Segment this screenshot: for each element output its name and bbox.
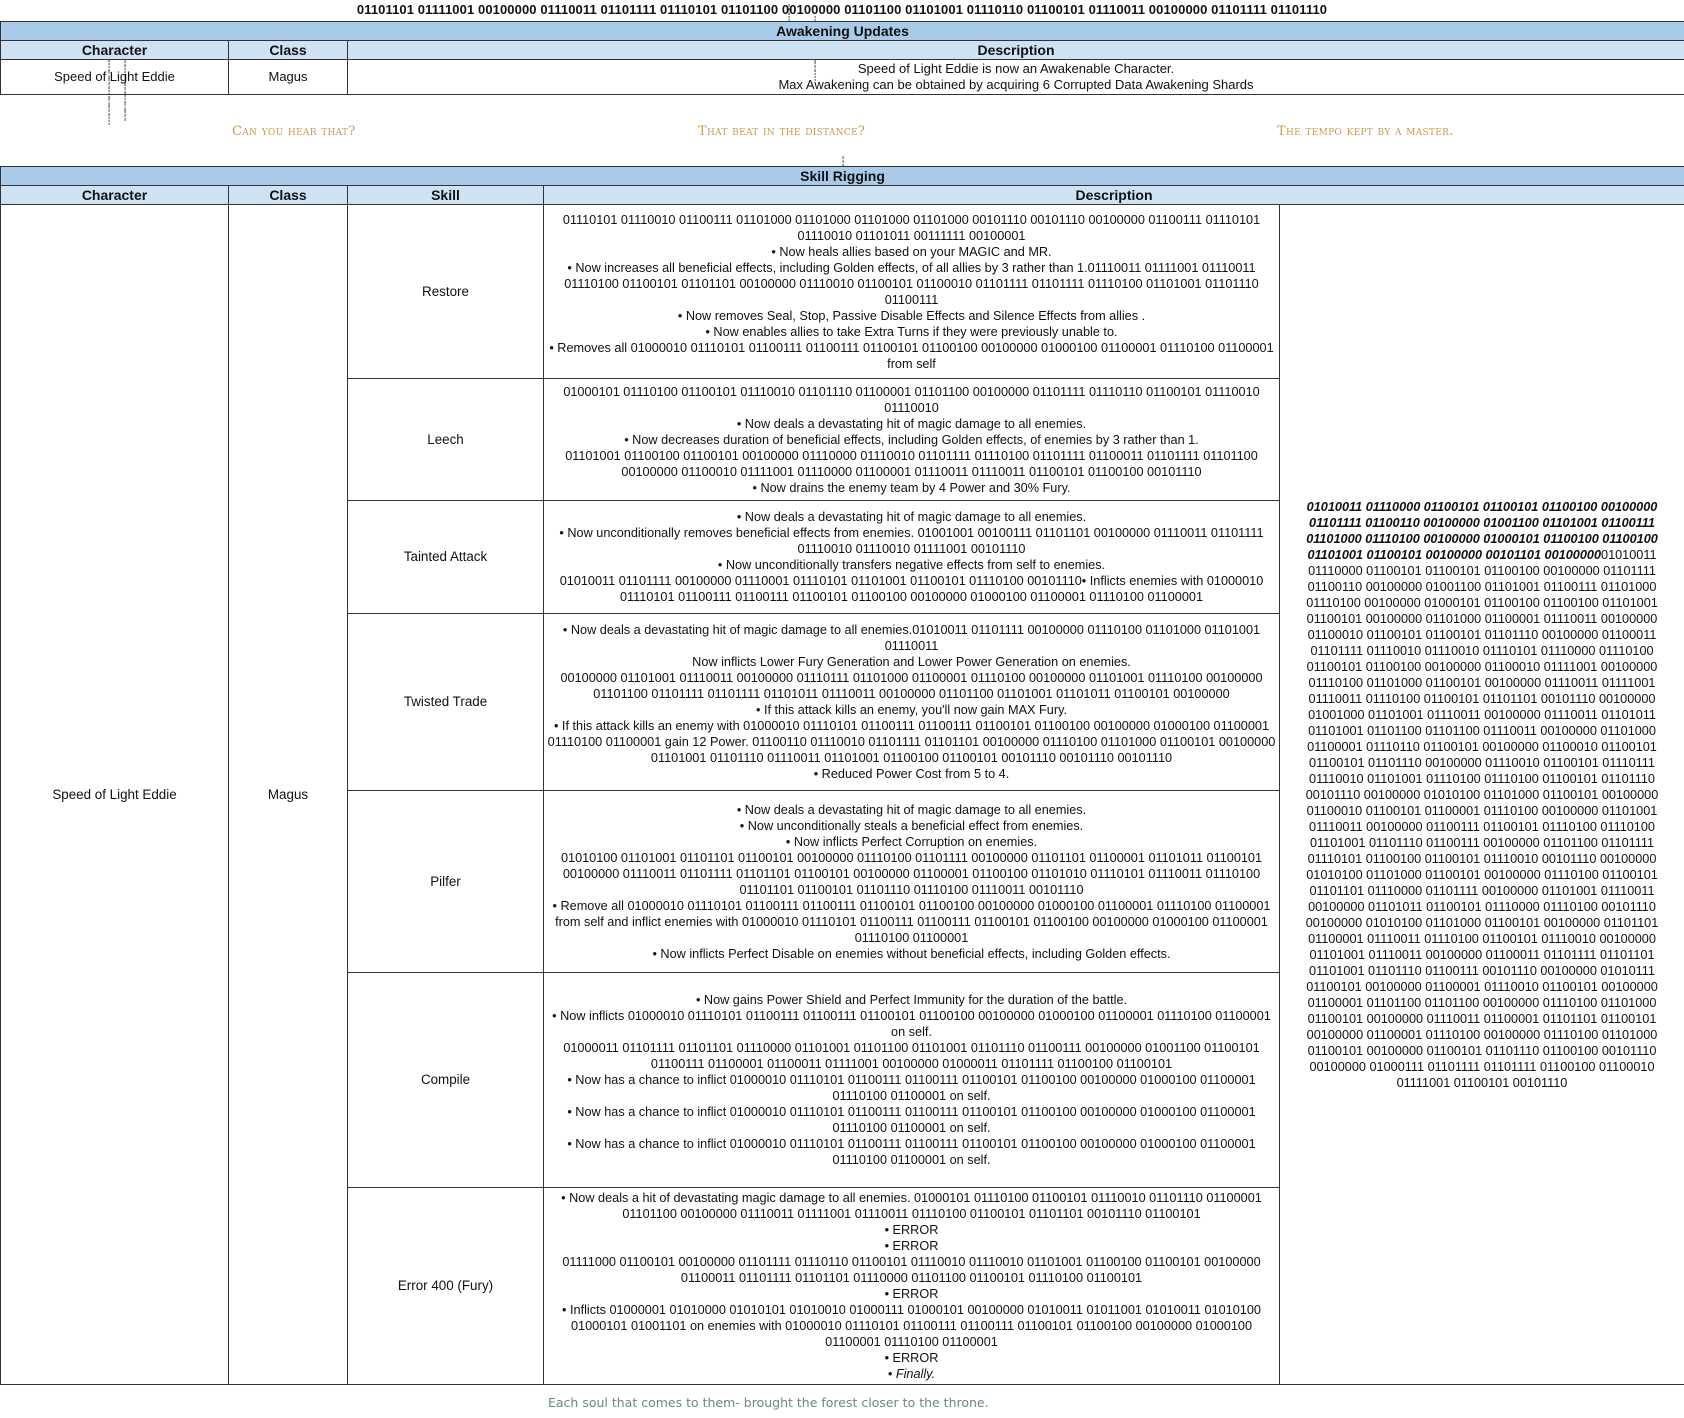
skill-description-line: • Now has a chance to inflict 01000010 0… bbox=[567, 1073, 1256, 1103]
skill-description-line: • Removes all 01000010 01110101 01100111… bbox=[549, 340, 1274, 371]
skill-description-line: 01010011 01101111 00100000 01110001 0111… bbox=[559, 574, 1264, 604]
awakening-header-character: Character bbox=[0, 40, 229, 60]
skill-header-skill: Skill bbox=[347, 185, 544, 205]
skill-header-character: Character bbox=[0, 185, 229, 205]
skill-description-line: 01000101 01110100 01100101 01110010 0110… bbox=[563, 384, 1260, 415]
skill-description-line: • ERROR bbox=[884, 1287, 939, 1301]
awakening-header-description: Description bbox=[346, 40, 1684, 60]
quote-2: That beat in the distance? bbox=[698, 124, 866, 139]
skill-description-line: • Now deals a devastating hit of magic d… bbox=[736, 510, 1087, 524]
skill-description-line: • If this attack kills an enemy, you'll … bbox=[755, 703, 1067, 717]
skill-row: Speed of Light Eddie Magus Restore 01110101… bbox=[0, 204, 1684, 1385]
skill-name: Leech bbox=[347, 378, 544, 501]
skill-description-line: Now inflicts Lower Fury Generation and L… bbox=[692, 655, 1131, 669]
skill-description-line: 01000011 01101111 01101101 01110000 0110… bbox=[563, 1041, 1260, 1071]
skill-description-line: • Now drains the enemy team by 4 Power a… bbox=[752, 480, 1071, 495]
skill-description-line: • Now deals a devastating hit of magic d… bbox=[736, 802, 1087, 817]
skill-description-line: • Inflicts 01000001 01010000 01010101 01… bbox=[562, 1303, 1261, 1349]
skill-description-line: • Now deals a devastating hit of magic d… bbox=[562, 623, 1261, 653]
awakening-description-line: Max Awakening can be obtained by acquiri… bbox=[778, 77, 1254, 92]
skill-character: Speed of Light Eddie bbox=[0, 204, 229, 1385]
skill-description-line: • ERROR bbox=[884, 1351, 939, 1365]
quotes-row: Can you hear that? That beat in the dist… bbox=[0, 124, 1684, 144]
quote-3: The tempo kept by a master. bbox=[1277, 124, 1454, 139]
skill-name: Compile bbox=[347, 972, 544, 1188]
skill-name: Error 400 (Fury) bbox=[347, 1187, 544, 1385]
skill-name: Restore bbox=[347, 204, 544, 379]
skill-description-line: • Now unconditionally removes beneficial… bbox=[559, 526, 1264, 556]
skill-description-line: • Now unconditionally steals a beneficia… bbox=[739, 818, 1084, 833]
skill-header-class: Class bbox=[228, 185, 348, 205]
skill-description: • Now gains Power Shield and Perfect Imm… bbox=[543, 972, 1280, 1188]
skill-rows: Speed of Light Eddie Magus Restore 01110101… bbox=[0, 204, 1684, 1385]
skill-description-line: • Now removes Seal, Stop, Passive Disabl… bbox=[677, 308, 1146, 323]
skill-description-line: • Now inflicts Perfect Corruption on ene… bbox=[785, 834, 1038, 849]
awakening-description-line: Speed of Light Eddie is now an Awakenabl… bbox=[857, 61, 1175, 76]
top-binary-banner: 01101101 01111001 00100000 01110011 0110… bbox=[356, 2, 1328, 17]
skill-description-line: 00100000 01101001 01110011 00100000 0111… bbox=[560, 671, 1263, 701]
skill-description: 01110101 01110010 01100111 01101000 0110… bbox=[543, 204, 1280, 379]
skill-description: 01000101 01110100 01100101 01110010 0110… bbox=[543, 378, 1280, 501]
skill-description-line: • If this attack kills an enemy with 010… bbox=[547, 719, 1276, 765]
awakening-description: Speed of Light Eddie is now an Awakenabl… bbox=[346, 59, 1684, 95]
skill-description: • Now deals a devastating hit of magic d… bbox=[543, 500, 1280, 614]
skill-description-line: 01110101 01110010 01100111 01101000 0110… bbox=[562, 212, 1261, 243]
skill-description-line: • ERROR bbox=[884, 1239, 939, 1253]
skill-description-line: • Now increases all beneficial effects, … bbox=[564, 260, 1259, 307]
skill-description-line: • Finally. bbox=[887, 1367, 936, 1381]
awakening-character: Speed of Light Eddie bbox=[0, 59, 229, 95]
skill-name: Twisted Trade bbox=[347, 613, 544, 791]
side-binary-text: 01010011 01110000 01100101 01100101 0110… bbox=[1305, 547, 1659, 1090]
skill-description-line: • Remove all 01000010 01110101 01100111 … bbox=[552, 898, 1271, 945]
skill-description-line: • Now decreases duration of beneficial e… bbox=[624, 432, 1199, 447]
skill-header-description: Description bbox=[542, 185, 1684, 205]
skill-name: Tainted Attack bbox=[347, 500, 544, 614]
skill-description-line: • Now has a chance to inflict 01000010 0… bbox=[567, 1105, 1256, 1135]
awakening-updates-table: Awakening Updates Character Class Descri… bbox=[0, 21, 1684, 95]
awakening-header-class: Class bbox=[228, 40, 348, 60]
quote-1: Can you hear that? bbox=[232, 124, 356, 139]
skill-description-line: • Now inflicts Perfect Disable on enemie… bbox=[652, 946, 1171, 961]
skill-description-line: • Now unconditionally transfers negative… bbox=[717, 558, 1106, 572]
skill-description: • Now deals a devastating hit of magic d… bbox=[543, 790, 1280, 973]
skill-description-line: • Now deals a hit of devastating magic d… bbox=[561, 1191, 1262, 1221]
skill-description-line: 01101001 01100100 01100101 00100000 0111… bbox=[565, 448, 1258, 479]
awakening-class: Magus bbox=[228, 59, 348, 95]
skill-rigging-table: Skill Rigging Character Class Skill Desc… bbox=[0, 166, 1684, 1385]
awakening-title: Awakening Updates bbox=[0, 21, 1684, 41]
skill-description: • Now deals a devastating hit of magic d… bbox=[543, 613, 1280, 791]
skill-description-line: • Now heals allies based on your MAGIC a… bbox=[771, 244, 1052, 259]
skill-description: • Now deals a hit of devastating magic d… bbox=[543, 1187, 1280, 1385]
page: 01101101 01111001 00100000 01110011 0110… bbox=[0, 0, 1684, 1418]
side-binary-cell: 01010011 01110000 01100101 01100101 0110… bbox=[1278, 204, 1684, 1385]
skill-description-line: 01111000 01100101 00100000 01101111 0111… bbox=[562, 1255, 1261, 1285]
skill-description-line: • Now gains Power Shield and Perfect Imm… bbox=[695, 993, 1128, 1007]
footer-quote: Each soul that comes to them- brought th… bbox=[548, 1395, 989, 1410]
skill-description-line: 01010100 01101001 01101101 01100101 0010… bbox=[560, 850, 1263, 897]
skill-name: Pilfer bbox=[347, 790, 544, 973]
skill-description-line: • ERROR bbox=[884, 1223, 939, 1237]
skill-description-line: • Now enables allies to take Extra Turns… bbox=[705, 324, 1118, 339]
skill-class: Magus bbox=[228, 204, 348, 1385]
skill-description-line: • Now deals a devastating hit of magic d… bbox=[736, 416, 1087, 431]
skill-description-line: • Now inflicts 01000010 01110101 0110011… bbox=[552, 1009, 1271, 1039]
skill-rigging-title: Skill Rigging bbox=[0, 166, 1684, 186]
skill-description-line: • Now has a chance to inflict 01000010 0… bbox=[567, 1137, 1256, 1167]
skill-description-line: • Reduced Power Cost from 5 to 4. bbox=[813, 767, 1010, 781]
